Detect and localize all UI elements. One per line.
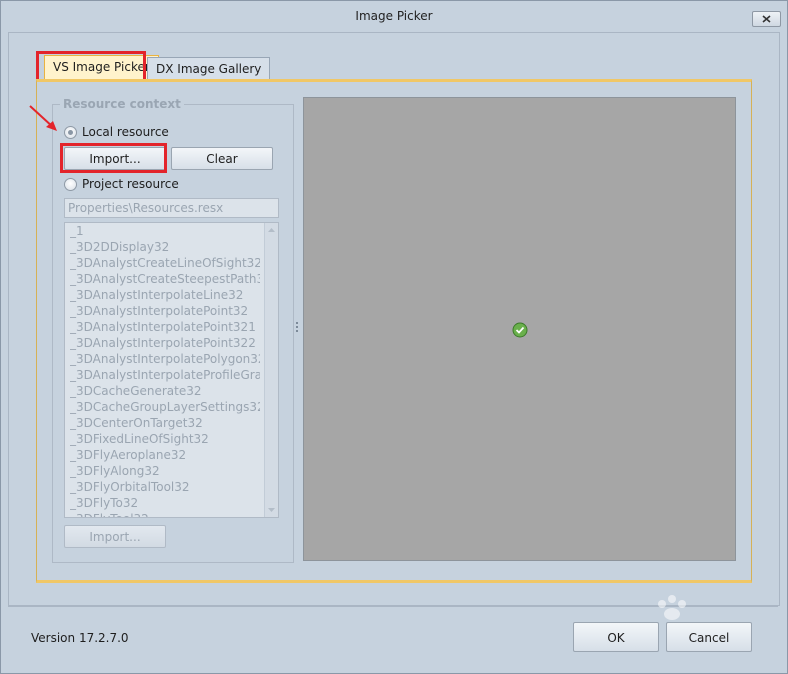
resource-list-item[interactable]: _3DAnalystCreateSteepestPath32	[70, 271, 260, 287]
resource-list-item[interactable]: _3DAnalystCreateLineOfSight32	[70, 255, 260, 271]
resource-list-item[interactable]: _3DAnalystInterpolateLine32	[70, 287, 260, 303]
resource-list-item[interactable]: _3DFlyAlong32	[70, 463, 260, 479]
resource-list-item[interactable]: _3DAnalystInterpolatePolygon32	[70, 351, 260, 367]
resource-list-item[interactable]: _3DAnalystInterpolatePoint32	[70, 303, 260, 319]
scroll-down-icon[interactable]	[265, 504, 278, 516]
project-import-button[interactable]: Import...	[64, 525, 166, 548]
resource-list-item[interactable]: _3DFlyAeroplane32	[70, 447, 260, 463]
local-resource-radio[interactable]: Local resource	[64, 124, 169, 140]
annotation-arrow-icon	[29, 105, 57, 131]
resx-path-field[interactable]: Properties\Resources.resx	[64, 198, 279, 218]
resource-list-item[interactable]: _3DAnalystInterpolateProfileGraph(	[70, 367, 260, 383]
resource-list-item[interactable]: _3DCacheGroupLayerSettings32	[70, 399, 260, 415]
watermark-logo-icon	[658, 595, 686, 620]
title-bar: Image Picker	[1, 1, 787, 31]
close-icon	[762, 15, 771, 23]
resource-list-item[interactable]: _3DAnalystInterpolatePoint321	[70, 319, 260, 335]
resource-list-item[interactable]: _3DCacheGenerate32	[70, 383, 260, 399]
resource-list-item[interactable]: _3D2DDisplay32	[70, 239, 260, 255]
version-label: Version 17.2.7.0	[31, 631, 129, 645]
tab-dx-image-gallery[interactable]: DX Image Gallery	[147, 57, 271, 80]
project-resource-label: Project resource	[82, 177, 179, 191]
resource-list-scrollbar[interactable]	[264, 223, 278, 517]
resource-list-item[interactable]: _3DFlyTool32	[70, 511, 260, 517]
resource-list-item[interactable]: _1	[70, 223, 260, 239]
import-highlight-box	[60, 143, 167, 173]
resource-list-item[interactable]: _3DCenterOnTarget32	[70, 415, 260, 431]
project-resource-radio[interactable]: Project resource	[64, 176, 179, 192]
resource-list-item[interactable]: _3DFlyTo32	[70, 495, 260, 511]
radio-selected-icon	[64, 125, 77, 139]
check-icon	[512, 322, 528, 338]
scroll-up-icon[interactable]	[265, 224, 278, 236]
window-title: Image Picker	[355, 9, 433, 23]
close-button[interactable]	[752, 11, 781, 27]
clear-button[interactable]: Clear	[171, 147, 273, 170]
splitter-handle[interactable]	[296, 322, 299, 336]
resource-list[interactable]: _1 _3D2DDisplay32 _3DAnalystCreateLineOfSi…	[64, 222, 279, 518]
local-resource-label: Local resource	[82, 125, 169, 139]
resource-list-item[interactable]: _3DFixedLineOfSight32	[70, 431, 260, 447]
radio-unselected-icon	[64, 177, 77, 191]
resource-list-items: _1 _3D2DDisplay32 _3DAnalystCreateLineOfSi…	[70, 223, 260, 517]
resource-context-label: Resource context	[60, 97, 184, 111]
resource-list-item[interactable]: _3DFlyOrbitalTool32	[70, 479, 260, 495]
resource-list-item[interactable]: _3DAnalystInterpolatePoint322	[70, 335, 260, 351]
